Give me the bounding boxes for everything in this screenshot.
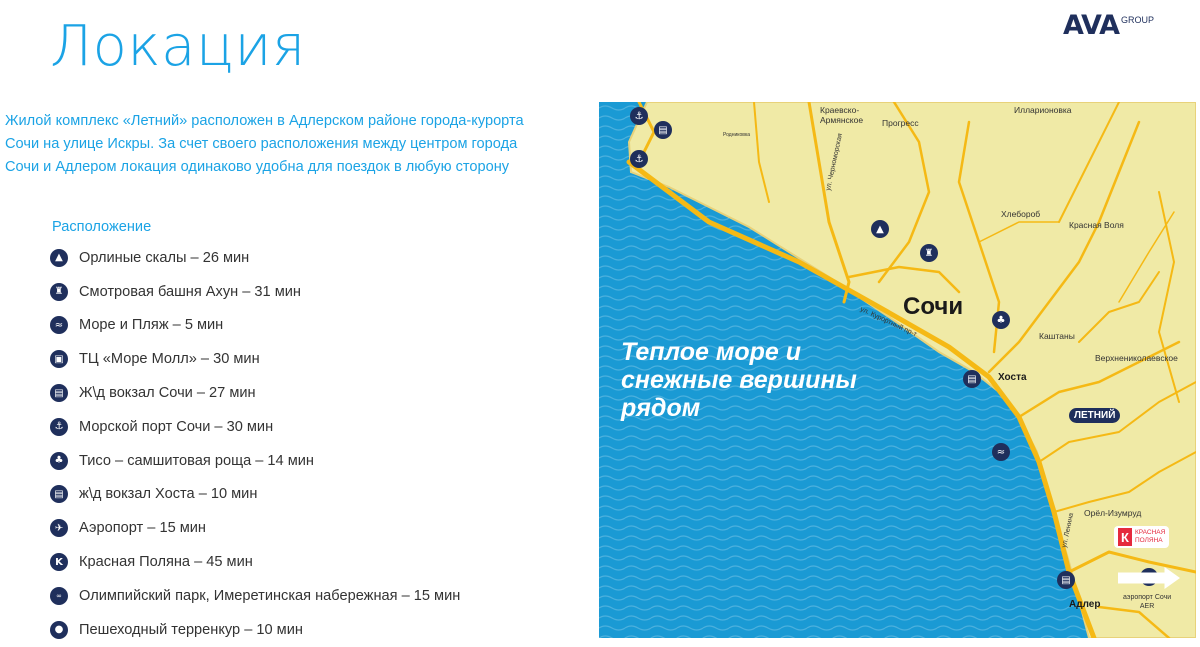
krasnaya-polyana-text: КРАСНАЯ ПОЛЯНА bbox=[1135, 529, 1166, 544]
olympic-rings-icon: ∞ bbox=[50, 586, 68, 605]
list-item-text: Тисо – самшитовая роща – 14 мин bbox=[79, 452, 314, 469]
intro-line: Жилой комплекс «Летний» расположен в Адл… bbox=[5, 113, 524, 129]
train-icon: ▤ bbox=[50, 485, 68, 504]
list-item: ▣ ТЦ «Море Молл» – 30 мин bbox=[50, 342, 460, 376]
place-label: аэропорт Сочи AER bbox=[1123, 594, 1172, 610]
map-headline-line: Теплое море и bbox=[621, 338, 801, 366]
anchor-icon: ⚓ bbox=[50, 417, 68, 436]
train-icon: ▤ bbox=[1057, 571, 1075, 589]
place-label: Адлер bbox=[1069, 599, 1101, 610]
logo-sub: GROUP bbox=[1120, 15, 1154, 25]
intro-paragraph: Жилой комплекс «Летний» расположен в Адл… bbox=[5, 110, 565, 179]
list-item: ∞ Олимпийский парк, Имеретинская набережн… bbox=[50, 579, 460, 613]
anchor-icon: ⚓ bbox=[630, 150, 648, 168]
place-label: Родниковка bbox=[723, 132, 751, 138]
place-label: Хоста bbox=[998, 372, 1027, 383]
train-icon: ▤ bbox=[50, 384, 68, 403]
map-headline-line: снежные вершины bbox=[621, 366, 857, 394]
place-label: Каштаны bbox=[1039, 331, 1075, 341]
mountain-icon: ▲ bbox=[50, 248, 68, 267]
k-logo-icon: К bbox=[1118, 528, 1132, 546]
location-list: ▲ Орлиные скалы – 26 мин ♜ Смотровая башня… bbox=[50, 241, 460, 647]
place-label: Красная Воля bbox=[1069, 220, 1124, 230]
location-list-title: Расположение bbox=[52, 219, 152, 235]
intro-line: Сочи на улице Искры. За счет своего расп… bbox=[5, 136, 518, 152]
train-icon: ▤ bbox=[963, 370, 981, 388]
page-title: Локация bbox=[50, 14, 306, 79]
waves-icon: ≈ bbox=[50, 316, 68, 335]
list-item-text: ТЦ «Море Молл» – 30 мин bbox=[79, 351, 260, 368]
tower-icon: ♜ bbox=[920, 244, 938, 262]
list-item-text: Пешеходный терренкур – 10 мин bbox=[79, 621, 303, 638]
list-item: ▤ ж\д вокзал Хоста – 10 мин bbox=[50, 478, 460, 512]
train-icon: ▤ bbox=[654, 121, 672, 139]
list-item-text: Море и Пляж – 5 мин bbox=[79, 317, 224, 334]
list-item: ● Пешеходный терренкур – 10 мин bbox=[50, 613, 460, 647]
list-item-text: Орлиные скалы – 26 мин bbox=[79, 249, 250, 266]
anchor-icon: ⚓ bbox=[630, 107, 648, 125]
list-item: ▲ Орлиные скалы – 26 мин bbox=[50, 241, 460, 275]
airplane-icon: ✈ bbox=[50, 519, 68, 538]
list-item: ≈ Море и Пляж – 5 мин bbox=[50, 309, 460, 343]
list-item: ✈ Аэропорт – 15 мин bbox=[50, 511, 460, 545]
shopping-bag-icon: ▣ bbox=[50, 350, 68, 369]
tree-icon: ♣ bbox=[992, 311, 1010, 329]
list-item-text: Олимпийский парк, Имеретинская набережна… bbox=[79, 587, 461, 604]
tree-icon: ♣ bbox=[50, 451, 68, 470]
waves-icon: ≈ bbox=[992, 443, 1010, 461]
list-item-text: Красная Поляна – 45 мин bbox=[79, 554, 253, 571]
tower-icon: ♜ bbox=[50, 282, 68, 301]
list-item: ♣ Тисо – самшитовая роща – 14 мин bbox=[50, 444, 460, 478]
list-item: K Красная Поляна – 45 мин bbox=[50, 545, 460, 579]
place-label: Илларионовка bbox=[1014, 105, 1072, 115]
city-sochi-label: Сочи bbox=[903, 293, 964, 320]
list-item-text: ж\д вокзал Хоста – 10 мин bbox=[79, 486, 258, 503]
map-headline: Теплое море и снежные вершины рядом bbox=[621, 338, 857, 422]
intro-line: Сочи и Адлером локация одинаково удобна … bbox=[5, 159, 510, 175]
mountain-icon: ▲ bbox=[871, 220, 889, 238]
ava-group-logo: AVA GROUP bbox=[1063, 10, 1154, 41]
letniy-marker: ЛЕТНИЙ bbox=[1069, 408, 1121, 423]
krasnaya-polyana-sign: К КРАСНАЯ ПОЛЯНА bbox=[1114, 526, 1170, 548]
location-map: Теплое море и снежные вершины рядом Сочи… bbox=[599, 102, 1196, 638]
list-item: ♜ Смотровая башня Ахун – 31 мин bbox=[50, 275, 460, 309]
list-item-text: Морской порт Сочи – 30 мин bbox=[79, 418, 274, 435]
place-label: Хлебороб bbox=[1001, 209, 1041, 219]
pin-icon: ● bbox=[50, 620, 68, 639]
place-label: Орёл-Изумруд bbox=[1084, 508, 1142, 518]
list-item: ⚓ Морской порт Сочи – 30 мин bbox=[50, 410, 460, 444]
list-item: ▤ Ж\д вокзал Сочи – 27 мин bbox=[50, 376, 460, 410]
list-item-text: Ж\д вокзал Сочи – 27 мин bbox=[79, 385, 256, 402]
list-item-text: Смотровая башня Ахун – 31 мин bbox=[79, 283, 301, 300]
place-label: Краевско- Армянское bbox=[820, 105, 864, 125]
place-label: Верхнениколаевское bbox=[1095, 353, 1178, 363]
list-item-text: Аэропорт – 15 мин bbox=[79, 520, 206, 537]
place-label: Прогресс bbox=[882, 118, 919, 128]
k-logo-icon: K bbox=[50, 553, 68, 572]
map-headline-line: рядом bbox=[621, 394, 701, 422]
logo-main: AVA bbox=[1062, 10, 1120, 41]
